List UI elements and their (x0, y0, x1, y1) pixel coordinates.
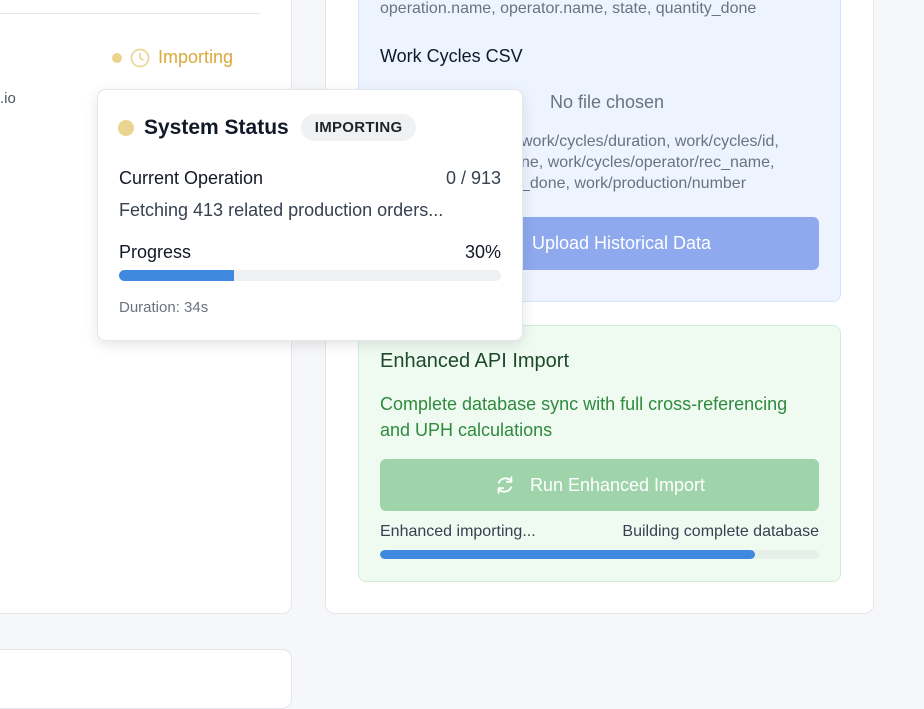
left-snippet-text: .io (0, 90, 16, 107)
enhanced-import-status: Enhanced importing... (380, 523, 536, 540)
current-operation-label: Current Operation (119, 168, 264, 188)
status-badge: IMPORTING (300, 114, 417, 141)
system-status-popover: System Status IMPORTING Current Operatio… (97, 89, 523, 341)
importing-label: Importing (158, 47, 234, 67)
run-enhanced-import-button[interactable]: Run Enhanced Import (380, 459, 819, 511)
run-button-label: Run Enhanced Import (529, 474, 706, 495)
divider (0, 13, 260, 14)
progress-row: Progress 30% (119, 242, 501, 263)
status-dot-icon (112, 52, 122, 63)
clock-icon (130, 48, 150, 67)
importing-status: Importing (112, 47, 233, 68)
enhanced-import-description: Complete database sync with full cross-r… (380, 394, 788, 440)
progress-bar (119, 270, 501, 281)
progress-fill (119, 270, 234, 281)
file-input[interactable]: No file chosen (550, 92, 664, 113)
work-cycles-title: Work Cycles CSV (380, 46, 523, 66)
popover-header: System Status IMPORTING (118, 114, 417, 141)
current-operation-value: 0 / 913 (445, 168, 501, 188)
enhanced-import-substatus: Building complete database (622, 523, 819, 540)
popover-title: System Status (144, 115, 289, 139)
progress-value: 30% (464, 242, 501, 262)
fetching-text: Fetching 413 related production orders..… (119, 200, 444, 220)
enhanced-import-progress-bar (380, 550, 819, 559)
status-dot-icon (118, 119, 134, 136)
enhanced-import-progress-fill (380, 550, 756, 559)
current-operation-row: Current Operation 0 / 913 (119, 168, 501, 189)
left-bottom-card (0, 649, 292, 709)
enhanced-import-title: Enhanced API Import (380, 350, 570, 372)
required-fields-text: operation.name, operator.name, state, qu… (380, 0, 757, 17)
progress-label: Progress (119, 242, 192, 262)
refresh-icon (497, 476, 513, 494)
duration-text: Duration: 34s (119, 299, 209, 316)
